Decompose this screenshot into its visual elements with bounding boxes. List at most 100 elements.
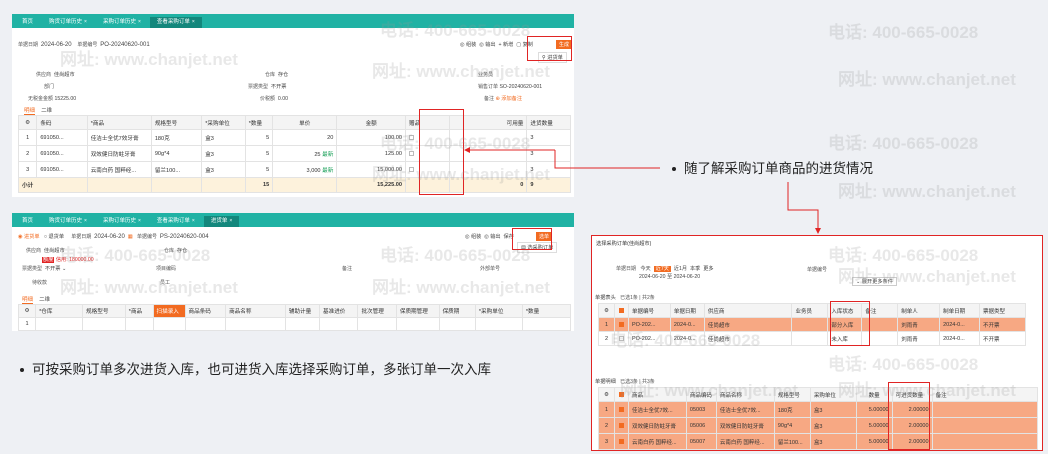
tab-home[interactable]: 首页 xyxy=(15,17,40,28)
save-button[interactable]: 保存 xyxy=(504,234,514,240)
doc-no-filter[interactable]: 单据编号 xyxy=(807,266,827,273)
copy-button[interactable]: ▢ 复制 xyxy=(516,42,533,48)
cell-avail[interactable]: 2.00000 xyxy=(891,401,933,418)
cell[interactable] xyxy=(35,317,84,331)
table-row[interactable]: 3 691050... 云南白药 国粹经... 留兰100... 盒3 5 3,… xyxy=(17,161,571,178)
close-icon[interactable]: × xyxy=(192,19,195,25)
close-icon[interactable]: × xyxy=(84,19,87,25)
cell-remark[interactable] xyxy=(931,401,1039,418)
cell[interactable] xyxy=(474,317,523,331)
select-all-checkbox[interactable] xyxy=(613,303,629,318)
checkbox[interactable] xyxy=(618,406,624,412)
filter-quarter[interactable]: 本季 xyxy=(690,266,700,272)
row-checkbox[interactable] xyxy=(613,417,629,434)
new-button[interactable]: + 新增 xyxy=(499,42,514,48)
supplier-field[interactable]: 供应商 佳尚超市 xyxy=(26,247,65,254)
assemble-button[interactable]: ◎ 组装 xyxy=(465,234,481,240)
filter-more[interactable]: 更多 xyxy=(703,266,713,272)
pay-field[interactable]: 待收款 xyxy=(32,279,48,286)
scan-entry-button[interactable]: 扫描录入 xyxy=(152,304,186,318)
supplier-field[interactable]: 供应商 佳尚超市 xyxy=(36,71,75,78)
cell[interactable] xyxy=(124,317,154,331)
gift-checkbox[interactable] xyxy=(409,166,415,172)
note-field[interactable]: 备注 xyxy=(342,265,353,272)
invoice-field[interactable]: 票据类型 不开票 xyxy=(248,83,286,90)
doc-date-value[interactable]: 2024-06-20 xyxy=(94,234,125,240)
expand-filter-button[interactable]: ⌄ 展开更多条件 xyxy=(852,277,897,286)
radio-return[interactable]: ○ 退货单 xyxy=(44,234,64,240)
select-all-checkbox[interactable] xyxy=(613,387,629,402)
cell[interactable] xyxy=(521,317,572,331)
cell[interactable] xyxy=(225,317,286,331)
cell[interactable] xyxy=(152,317,186,331)
subtab-2d[interactable]: 二维 xyxy=(39,297,50,303)
checkbox[interactable] xyxy=(618,391,624,397)
radio-purchase-in[interactable]: ◉ 进货单 xyxy=(18,234,40,240)
gift-checkbox[interactable] xyxy=(409,134,415,140)
tab-home[interactable]: 首页 xyxy=(15,216,40,227)
checkbox[interactable] xyxy=(618,307,624,313)
settings-icon[interactable]: ⚙ xyxy=(598,387,615,402)
staff-field[interactable]: 员工 xyxy=(160,279,171,286)
filter-7days[interactable]: 近7天 xyxy=(653,266,671,272)
row-checkbox[interactable] xyxy=(613,331,629,346)
settings-icon[interactable]: ⚙ xyxy=(17,304,37,318)
filter-1month[interactable]: 近1月 xyxy=(674,266,687,272)
close-icon[interactable]: × xyxy=(192,218,195,224)
subtab-detail[interactable]: 明细 xyxy=(22,297,34,304)
cell-gift[interactable] xyxy=(405,161,450,178)
checkbox[interactable] xyxy=(618,321,624,327)
settings-icon[interactable]: ⚙ xyxy=(17,115,38,130)
generate-menu[interactable]: ⚲ 进货单 xyxy=(538,52,567,63)
checkbox[interactable] xyxy=(618,438,624,444)
gift-checkbox[interactable] xyxy=(409,150,415,156)
close-icon[interactable]: × xyxy=(84,218,87,224)
table-row[interactable]: 1 691050... 佳洁士全优7效牙膏 180克 盒3 5 20 100.0… xyxy=(17,129,571,146)
cell-gift[interactable] xyxy=(405,129,450,146)
cell[interactable] xyxy=(395,317,440,331)
cell[interactable] xyxy=(319,317,359,331)
select-order-button[interactable]: 选单 xyxy=(536,232,553,241)
cell[interactable] xyxy=(438,317,476,331)
tab-view-order[interactable]: 查看采购订单 × xyxy=(149,17,202,28)
table-row[interactable]: 2 双效健日防蛀牙膏 05006 双效健日防蛀牙膏 90g*4 盒3 5.000… xyxy=(598,417,1039,434)
row-checkbox[interactable] xyxy=(613,401,629,418)
subtab-2d[interactable]: 二维 xyxy=(41,108,52,114)
tab-purchase-in[interactable]: 进货单 × xyxy=(203,216,240,227)
filter-today[interactable]: 今天 xyxy=(640,266,650,272)
cell-remark[interactable] xyxy=(931,433,1039,450)
output-button[interactable]: ◎ 输出 xyxy=(484,234,500,240)
cell[interactable] xyxy=(82,317,126,331)
tab-sales-history[interactable]: 购货订单历史 × xyxy=(42,17,94,28)
add-remark-link[interactable]: ⊕ 添加备注 xyxy=(495,96,522,102)
tab-purchase-history[interactable]: 采购订单历史 × xyxy=(96,216,148,227)
close-icon[interactable]: × xyxy=(138,19,141,25)
table-row[interactable]: 1 佳洁士全优7效... 05003 佳洁士全优7效... 180克 盒3 5.… xyxy=(598,401,1039,418)
tab-view-order[interactable]: 查看采购订单 × xyxy=(150,216,202,227)
close-icon[interactable]: × xyxy=(229,218,232,224)
close-icon[interactable]: × xyxy=(138,218,141,224)
dept-field[interactable]: 部门 xyxy=(44,83,55,90)
cell-remark[interactable] xyxy=(931,417,1039,434)
select-order-menu[interactable]: ▤ 选采购订单 xyxy=(517,242,558,253)
subtab-detail[interactable]: 明细 xyxy=(24,108,36,115)
cell[interactable] xyxy=(357,317,397,331)
cell-avail[interactable]: 2.00000 xyxy=(891,417,933,434)
menu-item-purchase-in[interactable]: 进货单 xyxy=(547,55,563,61)
cell-gift[interactable] xyxy=(405,145,450,162)
cell[interactable] xyxy=(184,317,227,331)
tab-sales-history[interactable]: 购货订单历史 × xyxy=(42,216,94,227)
table-row[interactable]: 3 云南白药 国粹经... 05007 云南白药 国粹经... 留兰100...… xyxy=(598,433,1039,450)
cell[interactable] xyxy=(284,317,321,331)
checkbox[interactable] xyxy=(618,422,624,428)
project-field[interactable]: 项目编码 xyxy=(156,265,177,272)
warehouse-field[interactable]: 仓库 存仓 xyxy=(164,247,187,254)
generate-button[interactable]: 生成 xyxy=(556,40,573,49)
checkbox[interactable] xyxy=(618,335,624,341)
assemble-button[interactable]: ◎ 组装 xyxy=(460,42,476,48)
cell-avail[interactable]: 2.00000 xyxy=(891,433,933,450)
row-checkbox[interactable] xyxy=(613,433,629,450)
tab-purchase-history[interactable]: 采购订单历史 × xyxy=(96,17,148,28)
table-row[interactable]: 2 691050... 双效健日防蛀牙膏 90g*4 盒3 5 25 最新 12… xyxy=(17,145,571,162)
invoice-field[interactable]: 票据类型 不开票 ⌄ xyxy=(22,265,66,272)
